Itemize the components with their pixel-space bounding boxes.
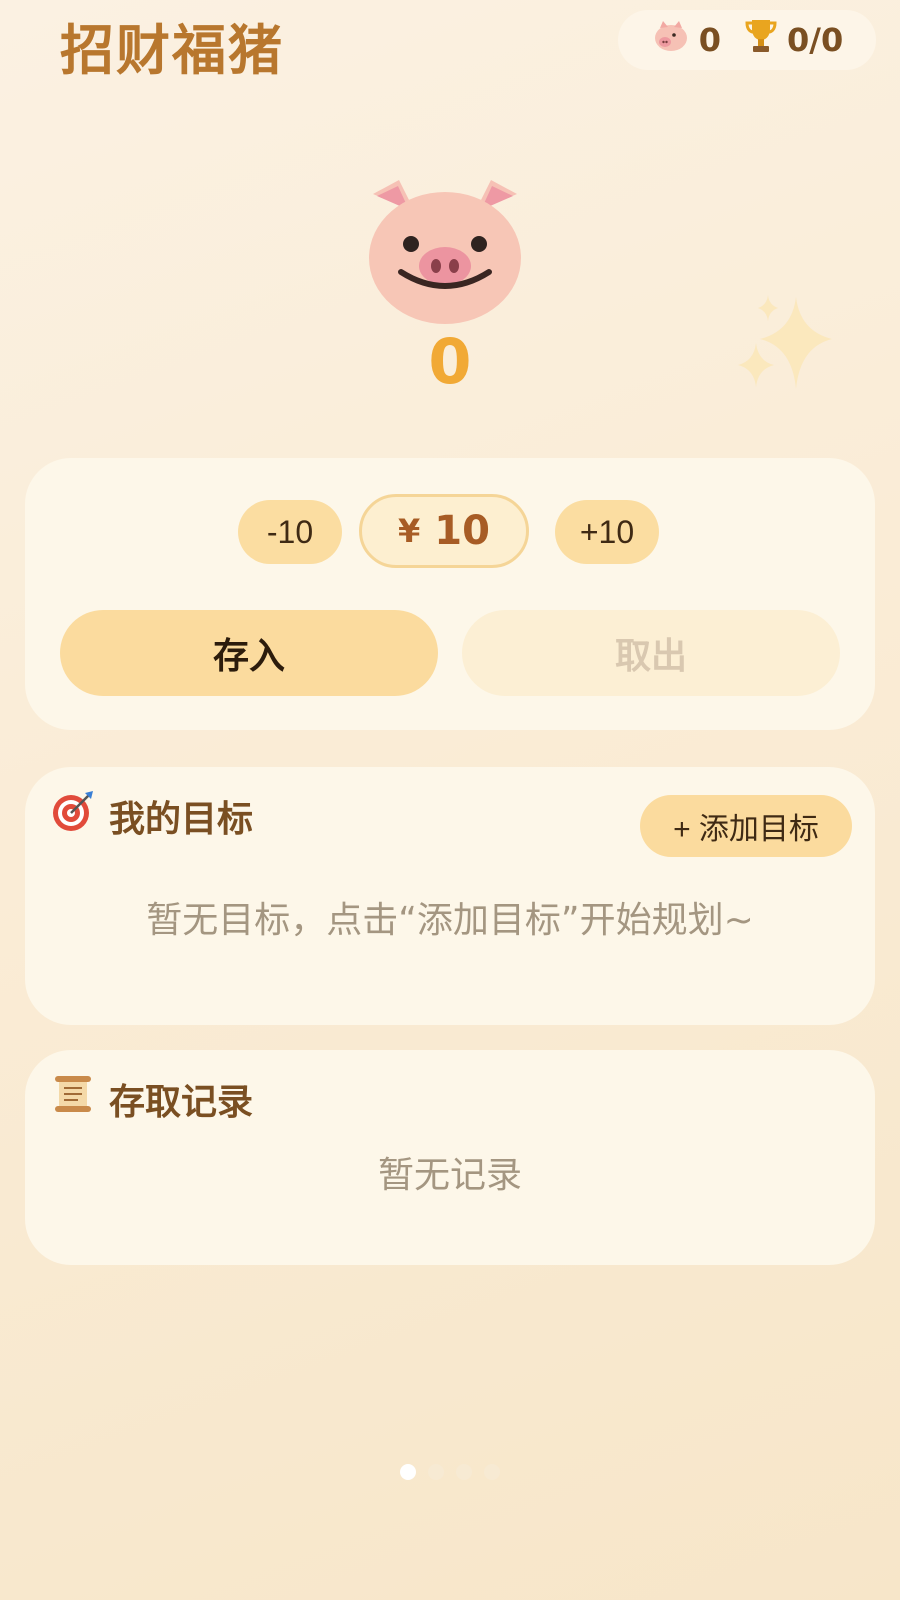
trophy-stat: 0/0 — [743, 17, 843, 63]
balance-value: 0 — [428, 325, 472, 398]
records-title: 存取记录 — [109, 1081, 254, 1123]
trophy-icon — [743, 17, 779, 63]
stats-bar: 0 0/0 — [618, 10, 876, 70]
savings-control-card: -10 ¥ 10 +10 存入 取出 — [25, 458, 875, 730]
goals-card: 我的目标 + 添加目标 暂无目标，点击“添加目标”开始规划~ — [25, 767, 875, 1025]
goals-empty-text: 暂无目标，点击“添加目标”开始规划~ — [146, 900, 754, 941]
pig-count-value: 0 — [698, 21, 722, 59]
withdraw-button[interactable]: 取出 — [462, 610, 840, 696]
decrease-amount-button[interactable]: -10 — [238, 500, 342, 564]
add-goal-button[interactable]: + 添加目标 — [640, 795, 852, 857]
currency-symbol: ¥ — [398, 512, 421, 550]
app-title: 招财福猪 — [60, 19, 284, 82]
goals-header: 我的目标 — [51, 789, 253, 842]
increase-amount-button[interactable]: +10 — [555, 500, 659, 564]
deposit-button[interactable]: 存入 — [60, 610, 438, 696]
records-header: 存取记录 — [51, 1072, 253, 1125]
trophy-progress-value: 0/0 — [787, 21, 844, 59]
page-dot[interactable] — [428, 1464, 444, 1480]
records-card: 存取记录 暂无记录 — [25, 1050, 875, 1265]
page-indicator — [0, 1464, 900, 1480]
pig-icon — [651, 18, 691, 62]
pig-count-stat: 0 — [651, 18, 721, 62]
page-dot[interactable] — [400, 1464, 416, 1480]
piggy-bank-icon[interactable] — [355, 172, 535, 332]
target-icon — [51, 789, 95, 842]
page-dot[interactable] — [484, 1464, 500, 1480]
goals-title: 我的目标 — [109, 798, 254, 840]
amount-value: 10 — [434, 508, 490, 554]
page-dot[interactable] — [456, 1464, 472, 1480]
scroll-icon — [51, 1072, 95, 1125]
records-empty-text: 暂无记录 — [377, 1155, 522, 1196]
amount-display[interactable]: ¥ 10 — [359, 494, 529, 568]
